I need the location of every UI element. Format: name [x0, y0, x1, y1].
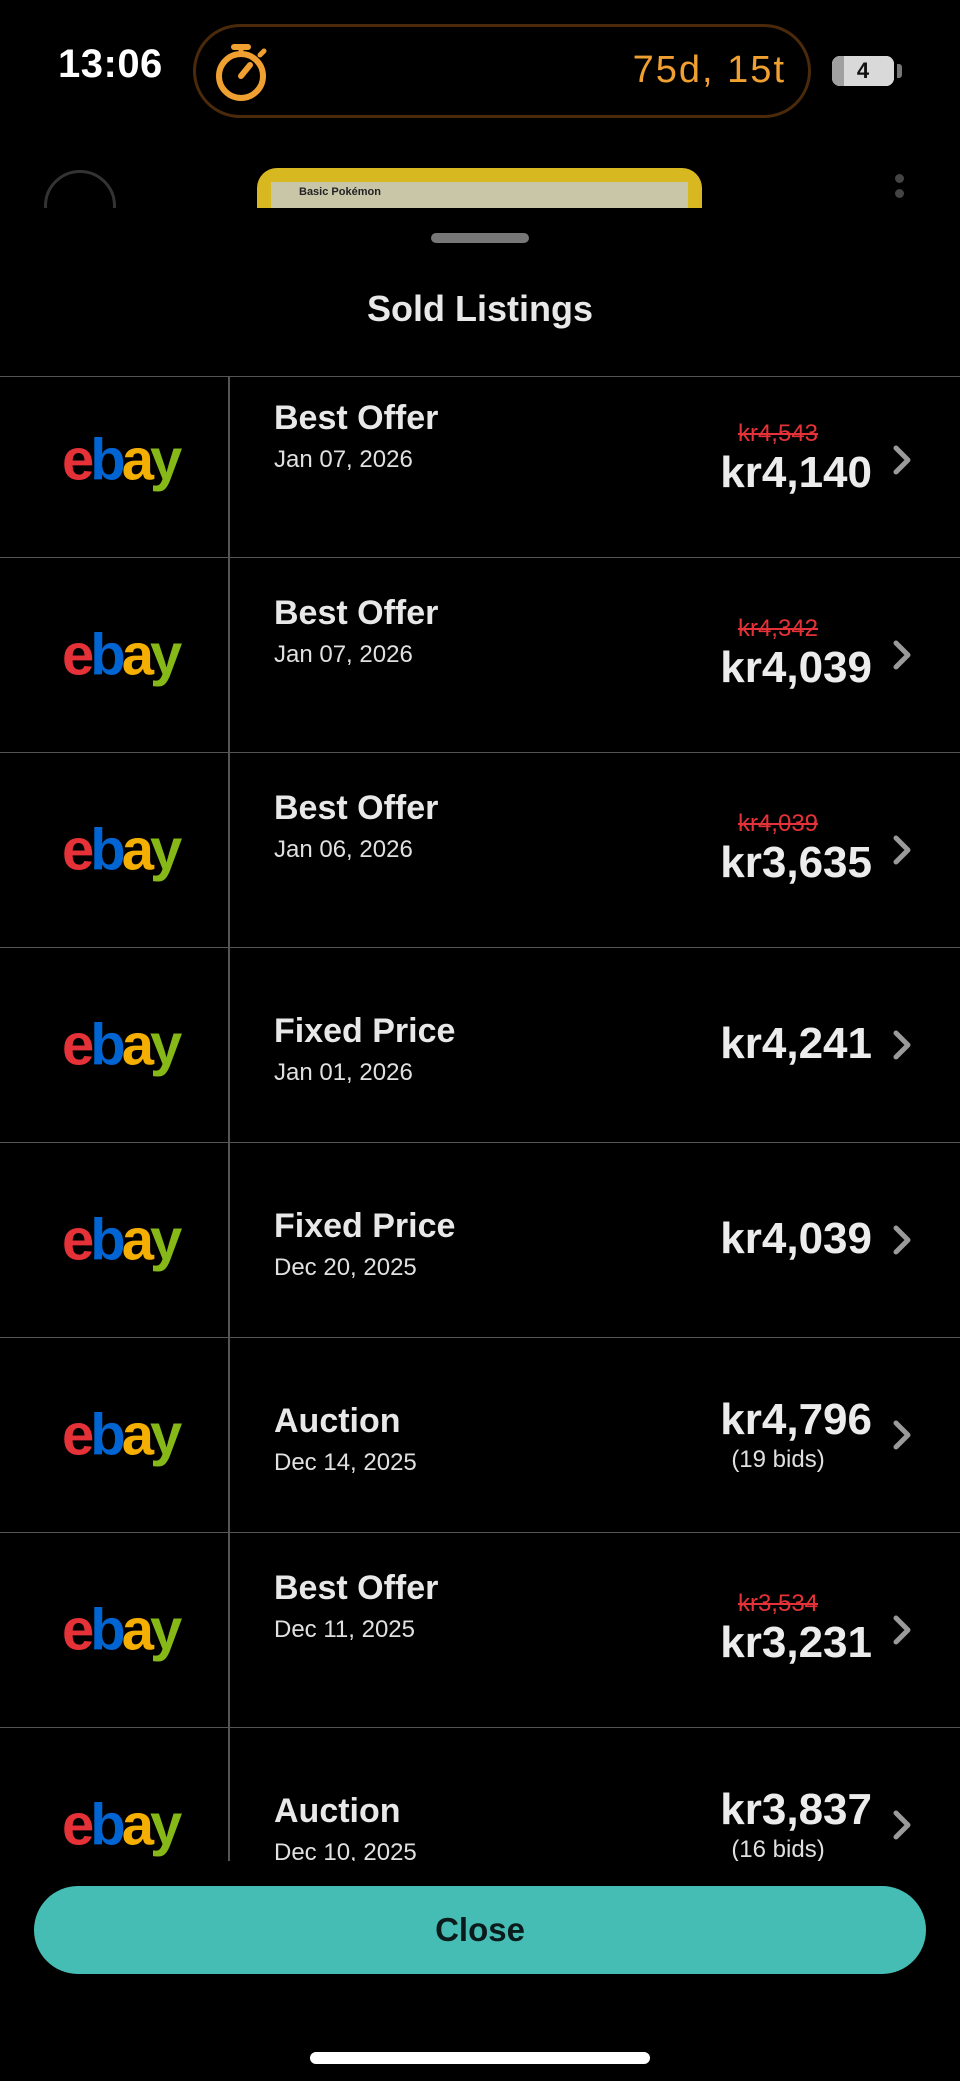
home-indicator [310, 2052, 650, 2064]
listing-row[interactable]: ebay Auction Dec 10, 2025 kr3,837 (16 bids) [0, 1727, 960, 1861]
listing-date: Dec 20, 2025 [274, 1254, 417, 1281]
price-block: kr4,241 [612, 947, 872, 1142]
sold-price: kr4,039 [720, 1214, 872, 1264]
listing-date: Dec 10, 2025 [274, 1839, 417, 1861]
listing-type: Auction [274, 1792, 401, 1830]
more-options-icon[interactable] [892, 174, 906, 204]
ebay-logo: ebay [62, 427, 182, 492]
chevron-right-icon [893, 1615, 911, 1644]
listing-row[interactable]: ebay Best Offer Dec 11, 2025 kr3,534 kr3,231 [0, 1532, 960, 1728]
ebay-logo: ebay [62, 1792, 182, 1857]
stopwatch-icon [216, 44, 267, 101]
close-button[interactable]: Close [34, 1886, 926, 1974]
listing-date: Jan 07, 2026 [274, 446, 413, 473]
bid-count: (19 bids) [731, 1445, 825, 1473]
chevron-right-icon [893, 1420, 911, 1449]
sold-price: kr3,231 [720, 1618, 872, 1668]
price-block: kr4,039 [612, 1142, 872, 1337]
original-price: kr4,039 [737, 810, 819, 838]
listing-type: Fixed Price [274, 1012, 456, 1050]
listings-list[interactable]: ebay Best Offer Jan 07, 2026 kr4,543 kr4,140… [0, 376, 960, 1861]
price-block: kr4,796 (19 bids) [612, 1337, 872, 1532]
listing-type: Best Offer [274, 594, 439, 632]
row-divider [228, 557, 230, 752]
listing-type: Auction [274, 1402, 401, 1440]
listing-type: Best Offer [274, 1569, 439, 1607]
row-divider [228, 377, 230, 557]
price-block: kr4,543 kr4,140 [612, 377, 872, 557]
listing-type: Best Offer [274, 399, 439, 437]
original-price: kr4,342 [737, 615, 819, 643]
chevron-right-icon [893, 1225, 911, 1254]
row-divider [228, 1142, 230, 1337]
ebay-logo: ebay [62, 1012, 182, 1077]
listing-date: Jan 06, 2026 [274, 836, 413, 863]
sold-price: kr3,635 [720, 838, 872, 888]
bid-count: (16 bids) [731, 1835, 825, 1861]
listing-row[interactable]: ebay Auction Dec 14, 2025 kr4,796 (19 bids) [0, 1337, 960, 1533]
listing-type: Fixed Price [274, 1207, 456, 1245]
ebay-logo: ebay [62, 817, 182, 882]
listing-row[interactable]: ebay Fixed Price Jan 01, 2026 kr4,241 [0, 947, 960, 1143]
timer-text: 75d, 15t [632, 49, 786, 91]
row-divider [228, 1337, 230, 1532]
ebay-logo: ebay [62, 1402, 182, 1467]
battery-tip [897, 64, 902, 78]
sold-price: kr4,039 [720, 643, 872, 693]
listing-row[interactable]: ebay Best Offer Jan 07, 2026 kr4,543 kr4,140 [0, 377, 960, 558]
sold-price: kr4,796 [720, 1395, 872, 1445]
status-time: 13:06 [58, 42, 163, 86]
listing-date: Jan 07, 2026 [274, 641, 413, 668]
listing-date: Jan 01, 2026 [274, 1059, 413, 1086]
chevron-right-icon [893, 1810, 911, 1839]
listing-date: Dec 14, 2025 [274, 1449, 417, 1476]
battery-level: 4 [856, 58, 870, 83]
sheet-title: Sold Listings [366, 288, 593, 329]
ebay-logo: ebay [62, 1597, 182, 1662]
ebay-logo: ebay [62, 622, 182, 687]
sheet-grabber[interactable] [431, 233, 529, 243]
listing-date: Dec 11, 2025 [274, 1616, 415, 1643]
sold-price: kr3,837 [720, 1785, 872, 1835]
row-divider [228, 752, 230, 947]
price-block: kr4,342 kr4,039 [612, 557, 872, 752]
listing-type: Best Offer [274, 789, 439, 827]
sold-price: kr4,241 [720, 1019, 872, 1069]
row-divider [228, 1532, 230, 1727]
sold-price: kr4,140 [720, 448, 872, 498]
chevron-right-icon [893, 1030, 911, 1059]
chevron-right-icon [893, 445, 911, 474]
row-divider [228, 947, 230, 1142]
price-block: kr4,039 kr3,635 [612, 752, 872, 947]
price-block: kr3,837 (16 bids) [612, 1727, 872, 1861]
sold-listings-sheet: Sold Listings ebay Best Offer Jan 07, 2026… [0, 208, 960, 2081]
live-activity-timer[interactable]: 75d, 15t [193, 24, 811, 118]
original-price: kr4,543 [737, 420, 819, 448]
listing-row[interactable]: ebay Best Offer Jan 07, 2026 kr4,342 kr4,039 [0, 557, 960, 753]
listing-row[interactable]: ebay Best Offer Jan 06, 2026 kr4,039 kr3,635 [0, 752, 960, 948]
listing-row[interactable]: ebay Fixed Price Dec 20, 2025 kr4,039 [0, 1142, 960, 1338]
original-price: kr3,534 [737, 1590, 819, 1618]
price-block: kr3,534 kr3,231 [612, 1532, 872, 1727]
chevron-right-icon [893, 835, 911, 864]
ebay-logo: ebay [62, 1207, 182, 1272]
chevron-right-icon [893, 640, 911, 669]
battery-icon: 4 [832, 56, 894, 86]
row-divider [228, 1727, 230, 1861]
